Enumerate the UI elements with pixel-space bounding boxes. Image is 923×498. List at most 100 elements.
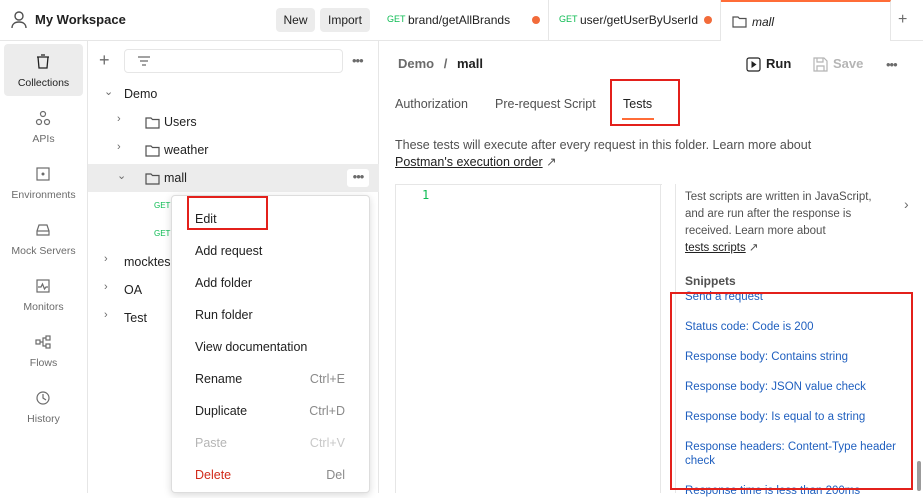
collection-name: OA	[124, 283, 143, 297]
sidebar-item-monitors[interactable]: Monitors	[4, 268, 83, 320]
add-tab-icon[interactable]: +	[898, 11, 907, 29]
folder-name: mall	[164, 171, 187, 185]
tab-get-all-brands[interactable]: GET brand/getAllBrands	[379, 0, 549, 41]
tab-title: mall	[752, 15, 775, 29]
shortcut-label: Ctrl+D	[309, 404, 345, 418]
snippets-title: Snippets	[685, 274, 736, 288]
chevron-down-icon: ⌄	[117, 170, 127, 182]
run-button[interactable]: Run	[766, 56, 791, 71]
more-options-icon[interactable]: •••	[352, 53, 364, 68]
menu-item-view-documentation[interactable]: View documentation	[195, 340, 307, 354]
tab-method: GET	[559, 14, 578, 24]
tab-title: brand/getAllBrands	[408, 13, 511, 27]
collections-icon	[37, 54, 49, 69]
more-options-icon[interactable]: •••	[886, 57, 898, 72]
tree-item-users[interactable]: › Users	[88, 108, 379, 136]
sidebar-item-apis[interactable]: APIs	[4, 100, 83, 152]
add-collection-icon[interactable]: +	[99, 50, 110, 71]
workspace-title[interactable]: My Workspace	[35, 12, 126, 27]
shortcut-label: Ctrl+V	[309, 436, 345, 450]
breadcrumb-parent[interactable]: Demo	[398, 56, 434, 71]
apis-icon	[35, 110, 51, 126]
mock-servers-icon	[36, 224, 50, 236]
sidebar: Collections APIs Environments Mock Serve…	[0, 41, 88, 493]
flows-icon	[35, 335, 51, 349]
history-icon	[36, 391, 50, 405]
folder-more-options-icon[interactable]: •••	[347, 169, 369, 187]
execution-order-link[interactable]: Postman's execution order	[395, 155, 543, 169]
folder-name: Users	[164, 115, 197, 129]
chevron-down-icon: ⌄	[104, 86, 114, 98]
tab-get-user-by-id[interactable]: GET user/getUserByUserId	[549, 0, 721, 41]
sidebar-item-label: Flows	[29, 357, 58, 369]
run-icon[interactable]	[746, 57, 761, 72]
menu-item-rename[interactable]: Rename	[195, 372, 242, 386]
menu-item-delete[interactable]: Delete	[195, 468, 231, 482]
environments-icon	[36, 167, 50, 181]
folder-icon	[145, 117, 160, 129]
sidebar-item-collections[interactable]: Collections	[4, 44, 83, 96]
monitors-icon	[36, 279, 50, 293]
unsaved-dot-icon	[704, 16, 712, 24]
sidebar-item-label: History	[27, 413, 60, 425]
edit-highlight-box	[187, 196, 268, 230]
breadcrumb-separator: /	[443, 56, 448, 71]
tab-method: GET	[387, 14, 406, 24]
chevron-right-icon: ›	[117, 141, 121, 153]
tests-highlight-box	[610, 79, 680, 126]
sidebar-item-history[interactable]: History	[4, 380, 83, 432]
folder-icon	[145, 145, 160, 157]
external-link-icon: ↗	[748, 242, 759, 254]
shortcut-label: Ctrl+E	[309, 372, 345, 386]
test-script-editor[interactable]	[395, 184, 662, 493]
menu-item-run-folder[interactable]: Run folder	[195, 308, 253, 322]
request-method[interactable]: GET	[154, 229, 170, 238]
tab-title: user/getUserByUserId	[580, 13, 699, 27]
external-link-icon: ↗	[546, 155, 557, 169]
help-text: Test scripts are written in JavaScript, …	[685, 191, 872, 237]
breadcrumb: Demo / mall	[398, 56, 483, 71]
sidebar-item-flows[interactable]: Flows	[4, 324, 83, 376]
tree-item-demo[interactable]: ⌄ Demo	[88, 80, 379, 108]
collection-name: Demo	[124, 87, 158, 101]
menu-item-add-folder[interactable]: Add folder	[195, 276, 252, 290]
unsaved-dot-icon	[532, 16, 540, 24]
user-icon	[11, 11, 27, 29]
description-text: These tests will execute after every req…	[395, 138, 812, 152]
snippets-highlight-box	[670, 292, 913, 490]
collection-name: Test	[124, 311, 147, 325]
collection-name: mocktes	[124, 255, 171, 269]
tree-item-mall[interactable]: ⌄ mall	[88, 164, 379, 192]
tab-authorization[interactable]: Authorization	[395, 97, 468, 111]
search-input[interactable]	[124, 49, 343, 73]
sidebar-item-mock-servers[interactable]: Mock Servers	[4, 212, 83, 264]
breadcrumb-current[interactable]: mall	[457, 56, 483, 71]
save-button[interactable]: Save	[833, 56, 863, 71]
folder-icon	[732, 16, 747, 28]
menu-item-paste[interactable]: Paste	[195, 436, 227, 450]
sidebar-item-environments[interactable]: Environments	[4, 156, 83, 208]
tree-item-weather[interactable]: › weather	[88, 136, 379, 164]
chevron-right-icon[interactable]: ›	[904, 196, 909, 212]
request-method[interactable]: GET	[154, 201, 170, 210]
line-number: 1	[422, 188, 430, 202]
menu-item-duplicate[interactable]: Duplicate	[195, 404, 247, 418]
shortcut-label: Del	[326, 468, 345, 482]
tests-help-text: Test scripts are written in JavaScript, …	[685, 189, 880, 257]
panel-scrollbar[interactable]	[917, 461, 921, 491]
tab-pre-request-script[interactable]: Pre-request Script	[495, 97, 596, 111]
new-button[interactable]: New	[276, 8, 315, 32]
folder-icon	[145, 173, 160, 185]
sidebar-item-label: Monitors	[23, 301, 64, 313]
import-button[interactable]: Import	[320, 8, 370, 32]
tests-scripts-link[interactable]: tests scripts	[685, 242, 746, 254]
tab-mall[interactable]: mall	[721, 0, 891, 41]
tests-description: These tests will execute after every req…	[395, 137, 845, 171]
folder-name: weather	[164, 143, 209, 157]
sidebar-item-label: Mock Servers	[11, 245, 76, 257]
chevron-right-icon: ›	[104, 281, 108, 293]
sidebar-item-label: Collections	[17, 77, 70, 89]
chevron-right-icon: ›	[104, 309, 108, 321]
chevron-right-icon: ›	[117, 113, 121, 125]
menu-item-add-request[interactable]: Add request	[195, 244, 262, 258]
